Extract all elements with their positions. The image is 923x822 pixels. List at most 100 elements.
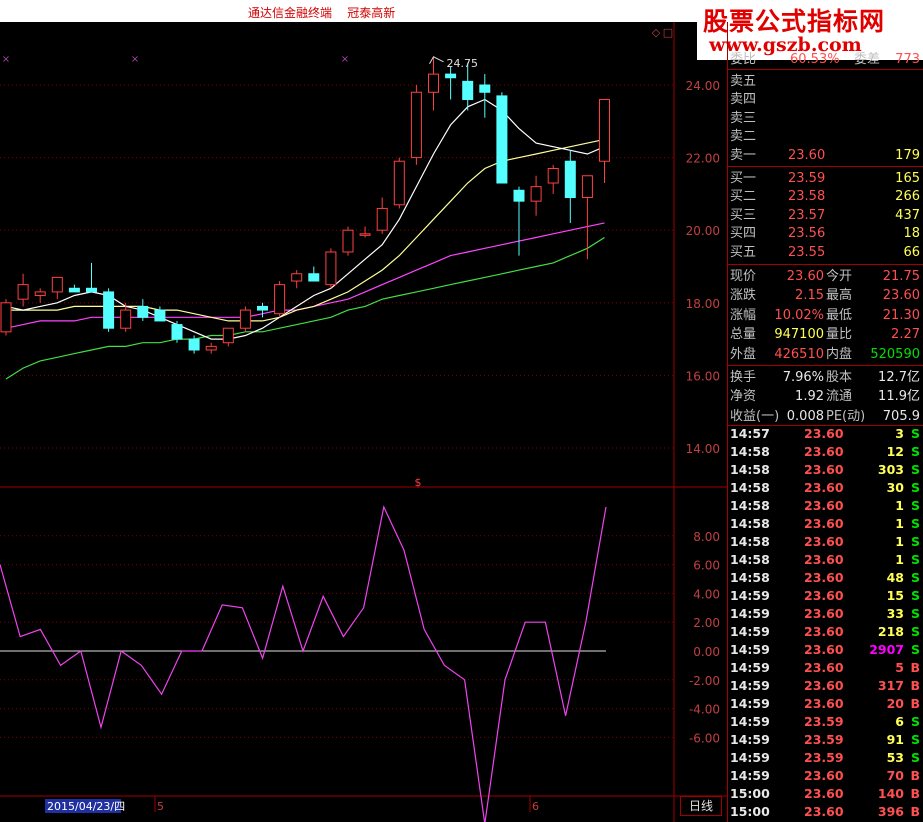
tick-volume: 20 [886,696,904,711]
stat-label: 股本 [826,370,853,385]
marker-cross: × [341,54,349,65]
tick-row: 14:59 23.59 53 S [728,749,923,767]
price-axis-label: 16.00 [686,369,720,383]
sell-row: 卖四 [728,90,923,109]
tick-side: S [910,534,920,549]
tick-side: S [910,750,920,765]
price-axis-label: 14.00 [686,442,720,456]
timeframe-button[interactable]: 日线 [680,796,722,816]
tick-price: 23.60 [804,660,844,675]
kline-chart[interactable]: 24.00 22.00 20.00 18.00 16.00 14.00 × × × ◇ □ 24.75… [0,0,727,822]
candle-down [86,287,97,293]
stat-value: 705.9 [882,408,920,424]
tick-row: 14:59 23.60 5 B [728,659,923,677]
buy-level-label: 买二 [730,189,757,205]
candle-down [103,291,115,329]
ma-short-line [5,98,605,340]
tick-row: 14:58 23.60 1 S [728,515,923,533]
tick-price: 23.60 [804,552,844,567]
weibi-value: 60.53% [790,52,840,67]
stat-label: 现价 [730,269,757,284]
stat-label: 收益(一) [730,408,780,424]
tick-time: 15:00 [730,804,770,819]
tick-time: 15:00 [730,786,770,801]
tick-row: 14:59 23.59 91 S [728,731,923,749]
weicha-label: 委差 [854,52,881,67]
tick-volume: 48 [886,570,904,585]
indicator-axis-label: 2.00 [693,616,720,630]
candle-up [120,309,132,329]
tick-time: 14:59 [730,696,770,711]
stat-value: 12.7亿 [878,370,920,385]
tick-side: S [910,426,920,441]
tick-price: 23.60 [804,534,844,549]
tick-price: 23.60 [804,642,844,657]
indicator-axis-label: 4.00 [693,587,720,601]
stat-label: 内盘 [826,346,853,362]
tick-volume: 5 [895,660,904,675]
buy-volume: 165 [895,171,920,186]
sell-level-label: 卖一 [730,147,757,163]
tick-price: 23.59 [804,714,844,729]
buy-volume: 266 [895,189,920,205]
tick-volume: 1 [895,534,904,549]
ma-mid-line [6,138,605,322]
buy-row: 买四 23.56 18 [728,224,923,243]
stat-value: 520590 [870,346,920,362]
candle-up [17,284,29,300]
tick-time: 14:59 [730,732,770,747]
stat-value: 23.60 [786,269,824,284]
tick-row: 14:58 23.60 303 S [728,461,923,479]
sell-level-label: 卖五 [730,74,757,89]
high-marker [429,56,444,65]
stat-value: 21.75 [882,269,920,284]
tick-volume: 303 [877,462,904,477]
candle-up [342,229,354,253]
quote-panel: 委比 60.53% 委差 773 卖五 卖四 卖三 卖二 卖一 23.60 179 买一 23.59 16… [727,22,923,822]
month-label: 5 [157,800,164,813]
tick-time: 14:59 [730,642,770,657]
tick-side: S [910,480,920,495]
tick-price: 23.60 [804,462,844,477]
stat-row: 换手 7.96% 股本 12.7亿 [728,368,923,387]
price-axis-label: 18.00 [686,297,720,311]
tick-volume: 30 [886,480,904,495]
tick-time: 14:59 [730,678,770,693]
tick-row: 14:59 23.60 33 S [728,605,923,623]
tick-row: 14:58 23.60 30 S [728,479,923,497]
tick-side: S [910,552,920,567]
tick-time: 14:58 [730,480,770,495]
tick-time: 14:59 [730,588,770,603]
buy-level-label: 买一 [730,171,757,186]
tick-price: 23.59 [804,732,844,747]
candle-up [51,276,63,293]
tick-price: 23.60 [804,480,844,495]
stat-value: 426510 [774,346,824,362]
tick-volume: 53 [886,750,904,765]
buy-volume: 66 [903,244,920,260]
stat-value: 1.92 [795,389,824,405]
buy-price: 23.58 [788,189,826,205]
tick-price: 23.60 [804,498,844,513]
tick-time: 14:58 [730,516,770,531]
candle-up [428,73,439,93]
tick-row: 14:58 23.60 1 S [728,551,923,569]
stat-label: 最低 [826,307,853,323]
indicator-axis-label: -2.00 [689,674,720,688]
tick-side: S [910,570,920,585]
buy-price: 23.59 [788,171,826,186]
tick-time: 14:58 [730,498,770,513]
tick-row: 14:59 23.60 218 S [728,623,923,641]
high-price-label: 24.75 [447,57,479,70]
tick-time: 14:59 [730,624,770,639]
tick-row: 14:59 23.60 70 B [728,767,923,785]
stat-label: 外盘 [730,346,757,362]
tick-price: 23.60 [804,444,844,459]
tick-row: 14:59 23.60 317 B [728,677,923,695]
tick-time: 14:59 [730,714,770,729]
sell-row: 卖一 23.60 179 [728,146,923,165]
marker-cross: × [131,54,139,65]
candle-up [581,175,593,199]
tick-price: 23.60 [804,426,844,441]
panel-toggle-icon: ◇ [652,26,661,39]
